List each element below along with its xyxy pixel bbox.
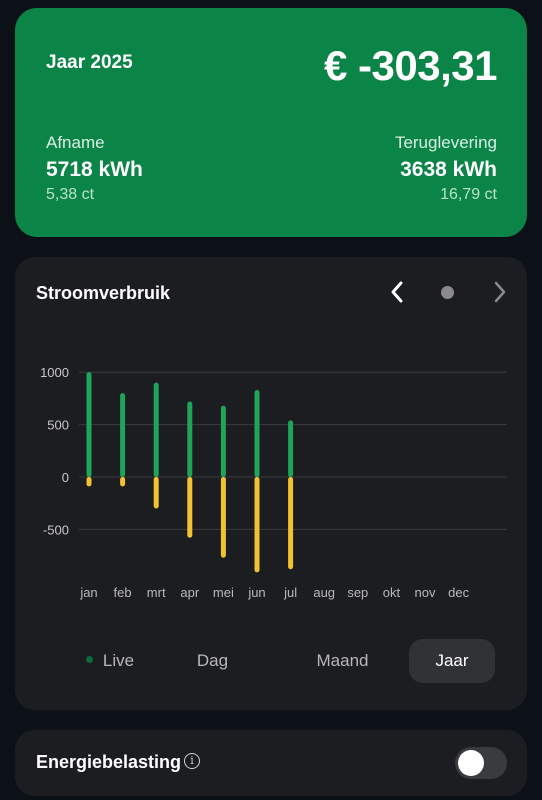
x-tick-label: apr <box>180 585 199 600</box>
teruglevering-price: 16,79 ct <box>440 186 497 203</box>
stroomverbruik-card: Stroomverbruik 1000 500 0 -500 jan feb mrt apr m… <box>15 257 527 710</box>
return-bar-feb[interactable] <box>120 477 126 487</box>
toggle-knob <box>458 750 484 776</box>
tab-live-label: Live <box>102 651 135 670</box>
usage-bar-feb[interactable] <box>120 393 126 477</box>
x-tick-label: okt <box>383 585 401 600</box>
x-tick-label: aug <box>313 585 335 600</box>
return-bar-jul[interactable] <box>288 477 294 570</box>
x-tick-label: nov <box>415 585 436 600</box>
tab-maand[interactable]: Maand <box>285 639 400 683</box>
stroomverbruik-chart: 1000 500 0 -500 jan feb mrt apr mei jun jul aug sep o… <box>40 365 507 600</box>
period-tabs: Live Dag Maand Jaar <box>35 639 507 683</box>
usage-bar-mei[interactable] <box>220 405 226 477</box>
energiebelasting-card: Energiebelasting i <box>15 730 527 796</box>
x-tick-label: jul <box>283 585 297 600</box>
y-tick-label: 0 <box>62 470 69 485</box>
teruglevering-value: 3638 kWh <box>400 158 497 181</box>
return-bar-mrt[interactable] <box>153 477 159 509</box>
usage-bar-jul[interactable] <box>288 420 294 477</box>
energiebelasting-label: Energiebelasting <box>36 752 182 772</box>
usage-bar-jan[interactable] <box>86 372 92 477</box>
usage-bar-jun[interactable] <box>254 390 260 477</box>
tab-dag[interactable]: Dag <box>165 639 260 683</box>
afname-label: Afname <box>46 133 105 152</box>
return-bar-jun[interactable] <box>254 477 260 573</box>
tab-jaar[interactable]: Jaar <box>409 639 495 683</box>
y-tick-label: 500 <box>47 418 69 433</box>
return-bar-jan[interactable] <box>86 477 92 487</box>
year-label: Jaar 2025 <box>46 52 133 73</box>
y-tick-label: 1000 <box>40 365 69 380</box>
live-dot-icon <box>85 656 93 664</box>
usage-bar-apr[interactable] <box>187 401 193 477</box>
x-tick-label: feb <box>114 585 132 600</box>
x-tick-label: dec <box>448 585 469 600</box>
return-bar-apr[interactable] <box>187 477 193 538</box>
x-tick-label: mrt <box>147 585 166 600</box>
teruglevering-label: Teruglevering <box>394 133 497 152</box>
x-tick-label: jun <box>247 585 265 600</box>
x-tick-label: sep <box>347 585 368 600</box>
x-tick-label: mei <box>213 585 234 600</box>
afname-price: 5,38 ct <box>46 186 95 203</box>
x-tick-label: jan <box>79 585 97 600</box>
tab-live[interactable]: Live <box>55 639 165 683</box>
return-bar-mei[interactable] <box>220 477 226 558</box>
year-summary-card: Jaar 2025 € -303,31 Afname 5718 kWh 5,38… <box>15 8 527 237</box>
afname-value: 5718 kWh <box>46 158 143 181</box>
y-tick-label: -500 <box>43 522 69 537</box>
info-icon[interactable]: i <box>184 753 200 769</box>
usage-bar-mrt[interactable] <box>153 382 159 477</box>
total-cost: € -303,31 <box>324 42 497 89</box>
energiebelasting-toggle[interactable] <box>455 747 507 779</box>
